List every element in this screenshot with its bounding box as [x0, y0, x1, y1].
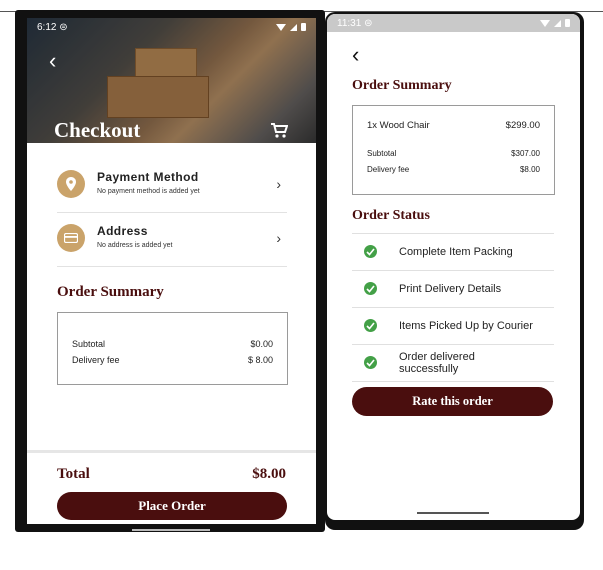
location-pin-icon	[57, 170, 85, 198]
card-icon	[57, 224, 85, 252]
status-label: Items Picked Up by Courier	[399, 320, 533, 332]
order-summary-box: Subtotal $0.00 Delivery fee $ 8.00	[57, 312, 288, 385]
chevron-right-icon: ›	[276, 230, 281, 246]
summary-row-subtotal: Subtotal $0.00	[72, 339, 273, 349]
item-row: 1x Wood Chair $299.00	[367, 120, 540, 131]
summary-value: $0.00	[250, 339, 273, 349]
summary-label: Subtotal	[72, 339, 106, 349]
status-label: Print Delivery Details	[399, 283, 502, 295]
payment-method-subtitle: No payment method is added yet	[97, 188, 200, 195]
status-time: 6:12 ⊜	[37, 21, 68, 33]
page-title: Checkout	[54, 118, 141, 142]
signal-icon	[290, 23, 297, 31]
status-row: Print Delivery Details	[352, 270, 554, 307]
status-label: Order delivered successfully	[399, 351, 475, 375]
payment-method-row[interactable]: Payment Method No payment method is adde…	[57, 158, 287, 213]
summary-value: $307.00	[511, 149, 540, 158]
address-subtitle: No address is added yet	[97, 242, 173, 249]
total-label: Total	[57, 466, 90, 482]
battery-icon	[565, 19, 570, 27]
rate-order-button[interactable]: Rate this order	[352, 387, 553, 416]
battery-icon	[301, 23, 306, 31]
address-row[interactable]: Address No address is added yet ›	[57, 212, 287, 267]
status-bar: 6:12 ⊜	[27, 18, 316, 36]
chevron-right-icon: ›	[276, 176, 281, 192]
order-status-title: Order Status	[352, 208, 430, 223]
address-title: Address	[97, 224, 148, 238]
nav-handle	[417, 512, 489, 514]
summary-value: $ 8.00	[247, 355, 273, 365]
status-bar: 11:31 ⊜	[327, 14, 580, 32]
order-summary-title: Order Summary	[352, 78, 452, 93]
phone-order-status: 11:31 ⊜ ‹ Order Summary 1x Wood Chair $2…	[325, 12, 584, 530]
signal-icon	[554, 19, 561, 27]
status-icons	[276, 23, 306, 31]
summary-label: Delivery fee	[367, 165, 410, 174]
status-icons	[540, 19, 570, 27]
place-order-button[interactable]: Place Order	[57, 492, 287, 520]
order-status-screen: 11:31 ⊜ ‹ Order Summary 1x Wood Chair $2…	[327, 14, 580, 520]
payment-method-title: Payment Method	[97, 170, 199, 184]
summary-label: Subtotal	[367, 149, 397, 158]
status-label: Complete Item Packing	[399, 246, 513, 258]
order-summary-title: Order Summary	[57, 284, 164, 300]
summary-row-delivery-fee: Delivery fee $ 8.00	[72, 355, 273, 365]
bottom-panel-divider	[27, 450, 316, 453]
back-button[interactable]: ‹	[49, 50, 56, 72]
wifi-icon	[540, 19, 550, 27]
checkout-screen: 6:12 ⊜ ‹ Checkout Payment Method No paym…	[27, 18, 316, 524]
status-row: Order delivered successfully	[352, 344, 554, 382]
check-circle-icon	[364, 245, 377, 258]
phone-checkout: 6:12 ⊜ ‹ Checkout Payment Method No paym…	[15, 10, 325, 532]
item-price: $299.00	[505, 120, 540, 131]
total-value: $8.00	[252, 466, 286, 482]
status-time: 11:31 ⊜	[337, 17, 373, 29]
wifi-icon	[276, 23, 286, 31]
summary-row-subtotal: Subtotal $307.00	[367, 149, 540, 158]
summary-label: Delivery fee	[72, 355, 120, 365]
cart-icon[interactable]	[270, 123, 289, 144]
status-row: Items Picked Up by Courier	[352, 307, 554, 344]
status-row: Complete Item Packing	[352, 233, 554, 270]
nav-handle	[132, 529, 210, 531]
order-summary-box: 1x Wood Chair $299.00 Subtotal $307.00 D…	[352, 105, 555, 195]
summary-row-delivery-fee: Delivery fee $8.00	[367, 165, 540, 174]
item-name: 1x Wood Chair	[367, 120, 430, 131]
check-circle-icon	[364, 356, 377, 369]
summary-value: $8.00	[519, 165, 540, 174]
check-circle-icon	[364, 282, 377, 295]
back-button[interactable]: ‹	[352, 44, 359, 66]
check-circle-icon	[364, 319, 377, 332]
